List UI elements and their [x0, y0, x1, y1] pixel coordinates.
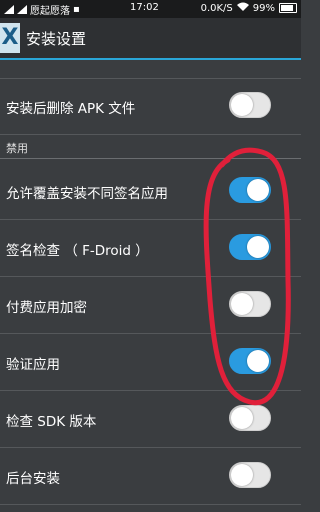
setting-label: 签名检查 （ F-Droid ） [6, 243, 149, 259]
setting-label: 后台安装 [6, 471, 60, 487]
settings-list: 安装后删除 APK 文件 禁用 允许覆盖安装不同签名应用 签名检查 （ F-Dr… [0, 60, 301, 512]
list-top-edge [0, 60, 301, 79]
battery-icon [279, 3, 297, 13]
paid-encrypt-toggle[interactable] [229, 291, 271, 317]
setting-label: 付费应用加密 [6, 300, 87, 316]
setting-row-check-sdk[interactable]: 检查 SDK 版本 [0, 391, 301, 448]
status-bar: 愿起愿落 ▪ 17:02 0.0K/S 99% [0, 0, 301, 18]
setting-row-paid-encrypt[interactable]: 付费应用加密 [0, 277, 301, 334]
section-header-label: 禁用 [6, 142, 28, 155]
background-install-toggle[interactable] [229, 462, 271, 488]
setting-label: 允许覆盖安装不同签名应用 [6, 186, 168, 202]
setting-label: 安装后删除 APK 文件 [6, 101, 136, 117]
toggle-knob [231, 293, 253, 315]
setting-label: 验证应用 [6, 357, 60, 373]
setting-row-signature-check[interactable]: 签名检查 （ F-Droid ） [0, 220, 301, 277]
clock: 17:02 [130, 2, 159, 13]
setting-row-delete-apk[interactable]: 安装后删除 APK 文件 [0, 78, 301, 135]
verify-app-toggle[interactable] [229, 348, 271, 374]
app-logo-icon[interactable]: X [0, 23, 20, 53]
section-header-disabled: 禁用 [0, 136, 301, 159]
check-sdk-toggle[interactable] [229, 405, 271, 431]
carrier-name: 愿起愿落 [30, 6, 70, 17]
toggle-knob [231, 464, 253, 486]
wifi-icon [236, 2, 249, 14]
toggle-knob [231, 407, 253, 429]
setting-row-background-install[interactable]: 后台安装 [0, 448, 301, 505]
toggle-knob [247, 350, 269, 372]
network-speed: 0.0K/S [200, 2, 233, 14]
page-title: 安装设置 [26, 30, 87, 48]
notification-icon: ▪ [73, 4, 80, 15]
toggle-knob [247, 179, 269, 201]
allow-overwrite-toggle[interactable] [229, 177, 271, 203]
toggle-knob [231, 94, 253, 116]
action-bar: X 安装设置 [0, 18, 301, 60]
signature-check-toggle[interactable] [229, 234, 271, 260]
setting-label: 检查 SDK 版本 [6, 414, 97, 430]
setting-row-allow-overwrite[interactable]: 允许覆盖安装不同签名应用 [0, 163, 301, 220]
battery-percent: 99% [252, 2, 275, 14]
toggle-knob [247, 236, 269, 258]
signal-icon-2 [17, 5, 27, 14]
signal-icon [4, 5, 14, 14]
setting-row-verify-app[interactable]: 验证应用 [0, 334, 301, 391]
delete-apk-toggle[interactable] [229, 92, 271, 118]
